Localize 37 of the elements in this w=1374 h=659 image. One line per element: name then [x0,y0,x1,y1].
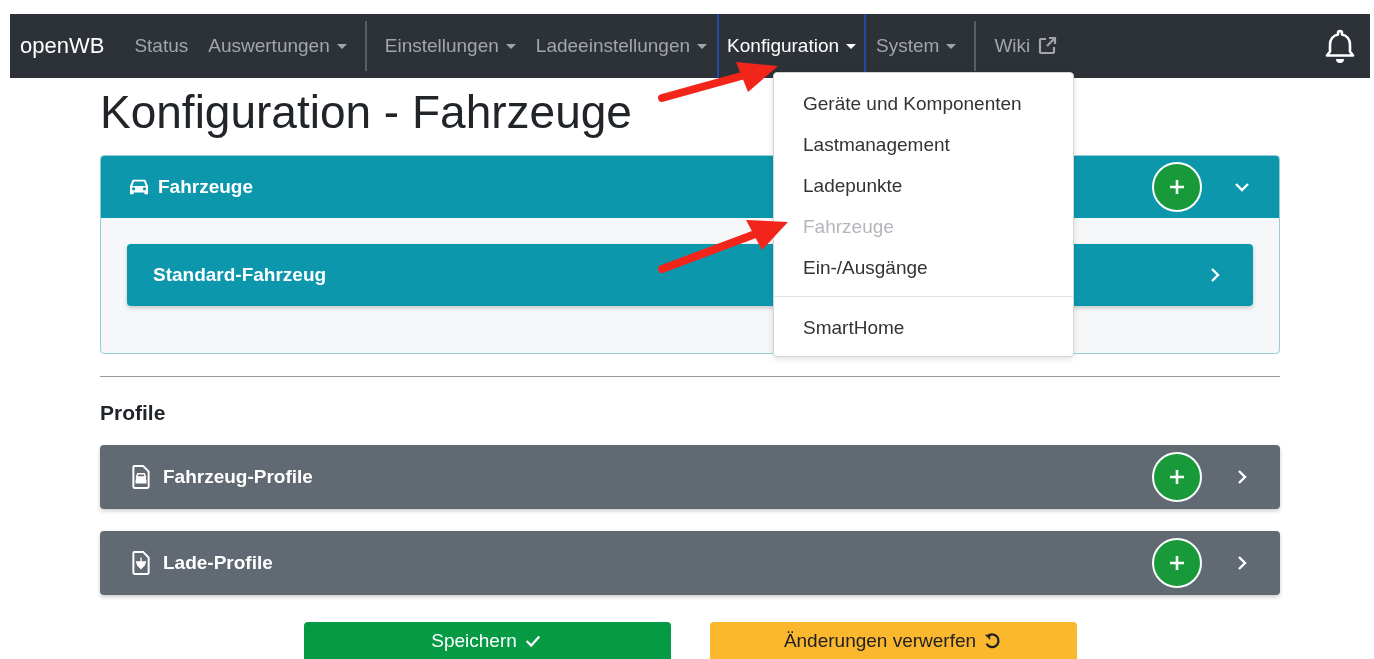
caret-icon [505,43,516,49]
menu-item[interactable]: SmartHome [774,307,1073,348]
caret-icon [697,43,708,49]
panel-title: Lade-Profile [163,552,273,574]
add-button[interactable] [1152,162,1202,212]
nav-link[interactable]: Einstellungen [374,14,526,78]
menu-item[interactable]: Ein-/Ausgänge [774,247,1073,288]
caret-icon [336,43,347,49]
nav-link[interactable]: System [866,14,967,78]
external-link-icon [1037,36,1058,56]
save-button[interactable]: Speichern [303,622,671,659]
plus-icon [1167,177,1187,197]
plus-icon [1167,553,1187,573]
menu-item[interactable]: Ladepunkte [774,165,1073,206]
vehicle-name: Standard-Fahrzeug [153,264,327,286]
profile-panel[interactable]: Lade-Profile [100,531,1280,595]
section-heading: Profile [100,401,167,425]
add-button[interactable] [1152,452,1202,502]
page-title: Konfiguration - Fahrzeuge [100,85,632,140]
nav-link[interactable]: Auswertungen [198,14,357,78]
discard-button[interactable]: Änderungen verwerfen [709,622,1077,659]
card-title: Fahrzeuge [158,176,254,198]
caret-icon [846,43,857,49]
add-button[interactable] [1152,538,1202,588]
car-icon [128,178,150,196]
profile-panel[interactable]: Fahrzeug-Profile [100,445,1280,509]
nav-link[interactable]: Ladeeinstellungen [525,14,718,78]
bell-icon[interactable] [1324,28,1356,64]
plus-icon [1167,467,1187,487]
brand-logo[interactable]: openWB [20,33,105,59]
nav-link[interactable]: Status [124,14,199,78]
caret-icon [946,43,957,49]
panel-title: Fahrzeug-Profile [163,466,313,488]
file-car-icon [132,465,150,489]
menu-item[interactable]: Geräte und Komponenten [774,83,1073,124]
nav-link[interactable]: Wiki [984,14,1068,78]
file-plug-icon [132,551,150,575]
